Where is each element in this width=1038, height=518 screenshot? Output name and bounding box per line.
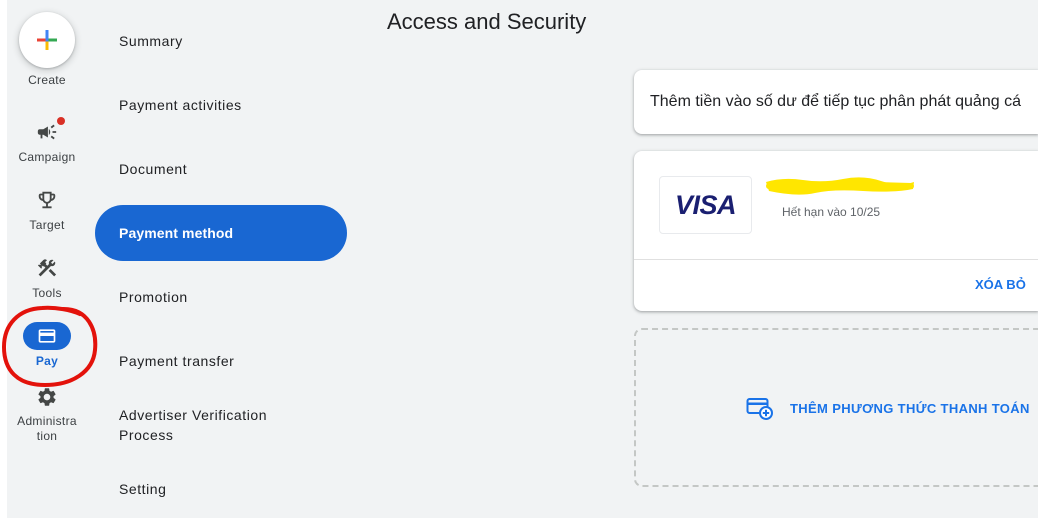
balance-notice-card: Thêm tiền vào số dư để tiếp tục phân phá…: [634, 70, 1038, 134]
card-divider: [634, 259, 1038, 260]
nav-item-payment-transfer[interactable]: Payment transfer: [95, 333, 347, 389]
nav-item-advertiser-verification[interactable]: Advertiser Verification Process: [95, 397, 347, 453]
add-payment-method-label: THÊM PHƯƠNG THỨC THANH TOÁN: [790, 401, 1030, 416]
create-label: Create: [28, 73, 66, 87]
remove-card-button[interactable]: XÓA BỎ: [975, 277, 1026, 293]
add-card-icon: [746, 398, 773, 420]
nav-item-label: Setting: [119, 481, 167, 497]
rail-item-label: Pay: [35, 354, 59, 368]
nav-item-label: Payment method: [119, 225, 234, 241]
rail-item-label: Campaign: [18, 150, 76, 164]
rail-item-campaign[interactable]: Campaign: [7, 117, 87, 165]
credit-card-icon: [38, 329, 56, 343]
gear-icon: [36, 386, 58, 408]
nav-item-payment-method[interactable]: Payment method: [95, 205, 347, 261]
nav-item-payment-activities[interactable]: Payment activities: [95, 77, 347, 133]
campaign-icon: [36, 117, 65, 143]
nav-item-label: Advertiser Verification Process: [119, 407, 268, 443]
rail-item-tools[interactable]: Tools: [7, 257, 87, 301]
redaction-highlight: [766, 177, 914, 195]
payment-method-card: VISA Hết hạn vào 10/25 XÓA BỎ: [634, 151, 1038, 311]
nav-item-label: Payment transfer: [119, 353, 235, 369]
nav-item-label: Document: [119, 161, 188, 177]
rail-item-label: Tools: [32, 286, 62, 300]
rail-item-pay[interactable]: Pay: [7, 322, 87, 369]
page-title: Access and Security: [387, 9, 587, 34]
nav-item-document[interactable]: Document: [95, 141, 347, 197]
add-payment-method-area: THÊM PHƯƠNG THỨC THANH TOÁN: [634, 328, 1038, 487]
notification-badge: [57, 117, 65, 125]
pay-active-indicator: [23, 322, 71, 350]
trophy-icon: [36, 189, 58, 211]
create-button[interactable]: [19, 12, 75, 68]
nav-item-label: Promotion: [119, 289, 188, 305]
card-brand: VISA: [674, 189, 737, 220]
nav-item-label: Summary: [119, 33, 183, 49]
nav-item-setting[interactable]: Setting: [95, 461, 347, 517]
nav-item-promotion[interactable]: Promotion: [95, 269, 347, 325]
balance-notice-text: Thêm tiền vào số dư để tiếp tục phân phá…: [650, 93, 1021, 110]
rail-item-target[interactable]: Target: [7, 189, 87, 233]
add-payment-method-button[interactable]: THÊM PHƯƠNG THỨC THANH TOÁN: [746, 395, 1030, 423]
card-expiry: Hết hạn vào 10/25: [782, 205, 881, 219]
google-plus-icon: [37, 30, 57, 50]
tools-icon: [36, 257, 58, 279]
nav-item-summary[interactable]: Summary: [95, 13, 347, 69]
nav-item-label: Payment activities: [119, 97, 242, 113]
window-edge: [0, 0, 7, 518]
rail-item-label: Target: [29, 218, 65, 232]
rail-item-administration[interactable]: Administration: [7, 386, 87, 444]
rail-item-label: Administration: [17, 414, 77, 443]
visa-logo: VISA: [659, 176, 752, 234]
